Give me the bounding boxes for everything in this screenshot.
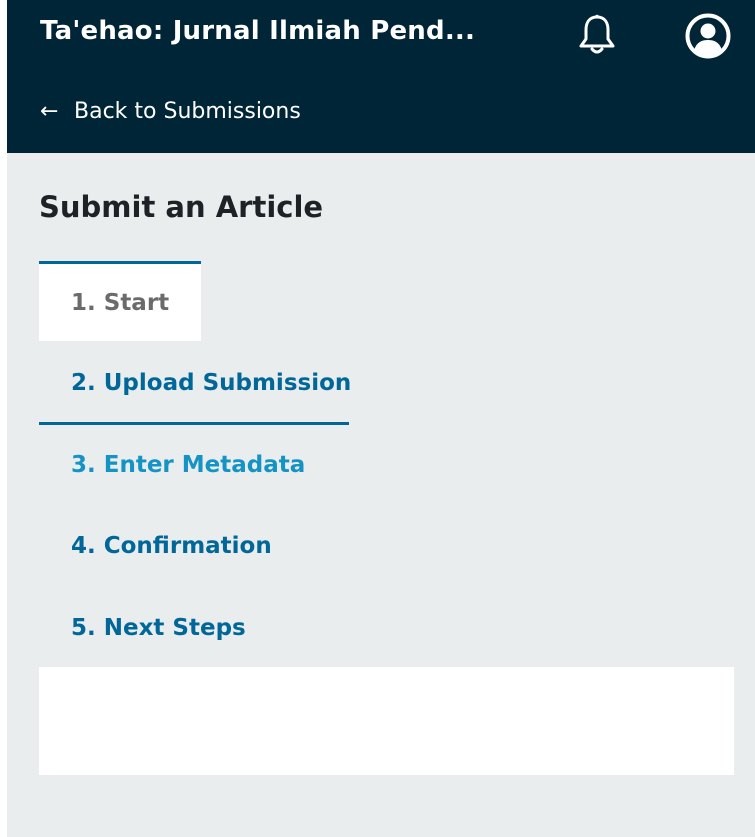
tab-next-steps[interactable]: 5. Next Steps xyxy=(39,588,246,668)
page-title: Submit an Article xyxy=(39,190,324,224)
back-to-submissions-link[interactable]: ← Back to Submissions xyxy=(40,99,301,124)
notifications-button[interactable] xyxy=(575,12,619,58)
back-arrow-icon: ← xyxy=(40,99,59,124)
tab-confirmation[interactable]: 4. Confirmation xyxy=(39,506,272,586)
bell-icon xyxy=(579,14,615,54)
tab-upload-submission[interactable]: 2. Upload Submission xyxy=(39,343,351,425)
top-header: Ta'ehao: Jurnal Ilmiah Pend... ← Back to… xyxy=(7,0,755,153)
tab-start[interactable]: 1. Start xyxy=(39,261,201,341)
app-frame: Ta'ehao: Jurnal Ilmiah Pend... ← Back to… xyxy=(7,0,755,837)
user-profile-button[interactable] xyxy=(683,11,733,61)
user-profile-icon xyxy=(685,13,731,59)
tab-enter-metadata[interactable]: 3. Enter Metadata xyxy=(39,425,305,505)
step-content-panel xyxy=(39,667,734,775)
app-title[interactable]: Ta'ehao: Jurnal Ilmiah Pend... xyxy=(40,16,475,46)
back-link-label: Back to Submissions xyxy=(74,99,301,124)
